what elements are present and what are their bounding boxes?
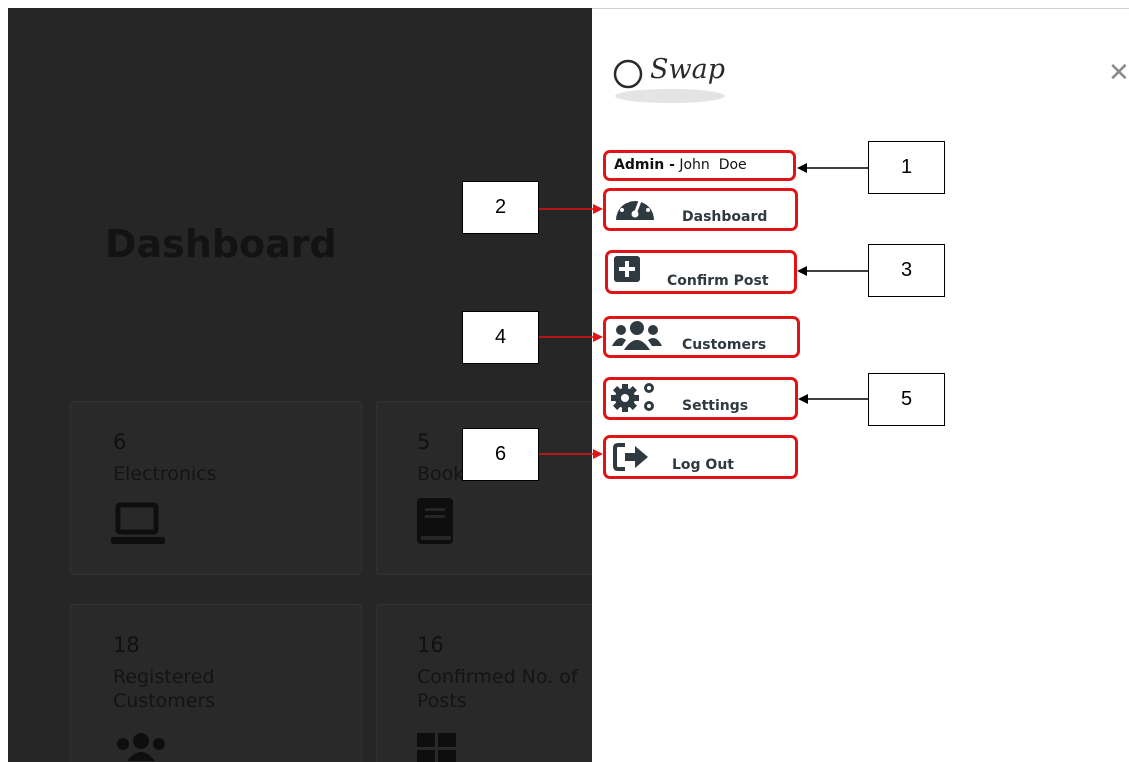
callout-3: 3 [868,244,945,297]
callout-6: 6 [462,428,539,481]
callout-4: 4 [462,311,539,364]
callout-5: 5 [868,373,945,426]
callout-1: 1 [868,141,945,194]
callout-2: 2 [462,181,539,234]
callout-arrows [539,163,868,459]
